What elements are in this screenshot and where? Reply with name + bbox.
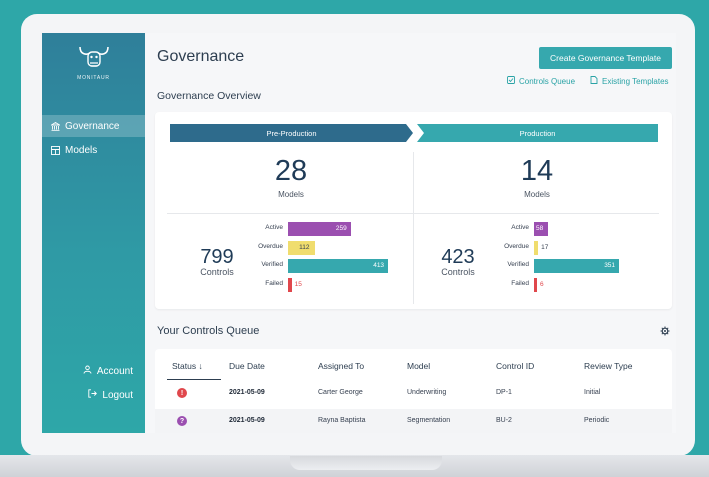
column-header-status[interactable]: Status ↓ [172,361,203,371]
controls-label: Controls [200,267,234,277]
logout-icon [88,389,98,401]
main-content: Governance Create Governance Template Co… [145,33,676,433]
bar-value-overdue: 112 [299,243,310,251]
bar-value-overdue: 17 [541,243,549,251]
column-header-review-type[interactable]: Review Type [584,361,633,371]
review-type-cell: Periodic [584,417,610,424]
alert-icon: ! [177,388,187,398]
laptop-notch [290,456,442,470]
column-header-assigned-to[interactable]: Assigned To [318,361,364,371]
bank-icon [51,121,60,131]
control-id-cell: BU-2 [496,417,512,424]
bar-label-overdue: Overdue [258,242,283,250]
bar-label-failed: Failed [265,279,283,287]
bar-value-failed: 6 [540,280,544,288]
app-screen: MONITAUR Governance Models Account Logou… [42,33,676,433]
bar-label-failed: Failed [511,279,529,287]
control-id-cell: DP-1 [496,389,512,396]
account-label: Account [96,365,133,377]
bar-value-verified: 413 [373,262,385,269]
model-cell: Underwriting [407,389,447,396]
existing-templates-link[interactable]: Existing Templates [590,76,669,86]
document-icon [590,76,598,86]
sidebar-item-governance[interactable]: Governance [42,115,145,137]
bar-value-active: 58 [536,225,544,232]
divider [413,152,414,304]
user-icon [83,365,92,377]
due-date-cell: 2021-05-09 [229,389,265,396]
brand-name: MONITAUR [77,75,110,81]
bar-value-active: 259 [335,225,347,232]
sort-indicator [167,379,221,380]
column-header-control-id[interactable]: Control ID [496,361,534,371]
models-label: Models [524,190,550,199]
bull-logo-icon [78,46,109,67]
account-link[interactable]: Account [83,365,133,377]
bar-label-active: Active [265,224,283,231]
bar-failed[interactable] [534,277,537,292]
controls-queue-label: Controls Queue [519,76,576,86]
controls-queue-link[interactable]: Controls Queue [507,76,575,86]
production-models-count: 14 [520,155,554,187]
existing-templates-label: Existing Templates [602,76,669,86]
model-cell: Segmentation [407,417,451,424]
production-controls-count: 423 [441,246,475,268]
divider [167,213,659,214]
question-icon: ? [177,416,187,426]
overview-title: Governance Overview [157,90,261,102]
logout-label: Logout [102,389,133,401]
sidebar-item-models[interactable]: Models [42,139,145,161]
bar-failed[interactable] [288,277,292,292]
models-label: Models [278,190,304,199]
table-icon [51,145,60,155]
controls-label: Controls [441,267,475,277]
due-date-cell: 2021-05-09 [229,417,265,424]
assigned-to-cell: Rayna Baptista [318,417,366,424]
pre-production-models-count: 28 [274,155,308,187]
column-header-due-date[interactable]: Due Date [229,361,265,371]
stage-production: Production [417,124,658,142]
page-title: Governance [157,48,245,65]
bar-label-verified: Verified [507,261,529,268]
bar-overdue[interactable] [534,240,539,255]
brand-logo[interactable]: MONITAUR [42,43,145,81]
column-header-model[interactable]: Model [407,361,430,371]
sidebar: MONITAUR Governance Models Account Logou… [42,33,145,433]
logout-link[interactable]: Logout [88,389,133,401]
bar-value-verified: 351 [604,262,616,269]
create-governance-template-button[interactable]: Create Governance Template [539,47,672,69]
bar-label-active: Active [511,224,529,231]
sidebar-item-label: Governance [65,120,120,132]
bar-label-verified: Verified [261,261,283,268]
gear-icon[interactable] [660,326,670,339]
sidebar-item-label: Models [65,144,98,156]
table-row[interactable]: ? 2021-05-09 Rayna Baptista Segmentation… [155,409,672,433]
assigned-to-cell: Carter George [318,389,363,396]
bar-value-failed: 15 [294,280,302,288]
checkbox-icon [507,76,515,86]
overview-card: Pre-Production Production 28 Models 799 … [155,112,672,309]
controls-queue-table: Status ↓ Due Date Assigned To Model Cont… [155,349,672,433]
bar-label-overdue: Overdue [504,242,529,250]
stage-pre-production: Pre-Production [170,124,413,142]
table-row[interactable]: ! 2021-05-09 Carter George Underwriting … [155,381,672,407]
review-type-cell: Initial [584,389,601,396]
controls-queue-title: Your Controls Queue [157,325,260,337]
